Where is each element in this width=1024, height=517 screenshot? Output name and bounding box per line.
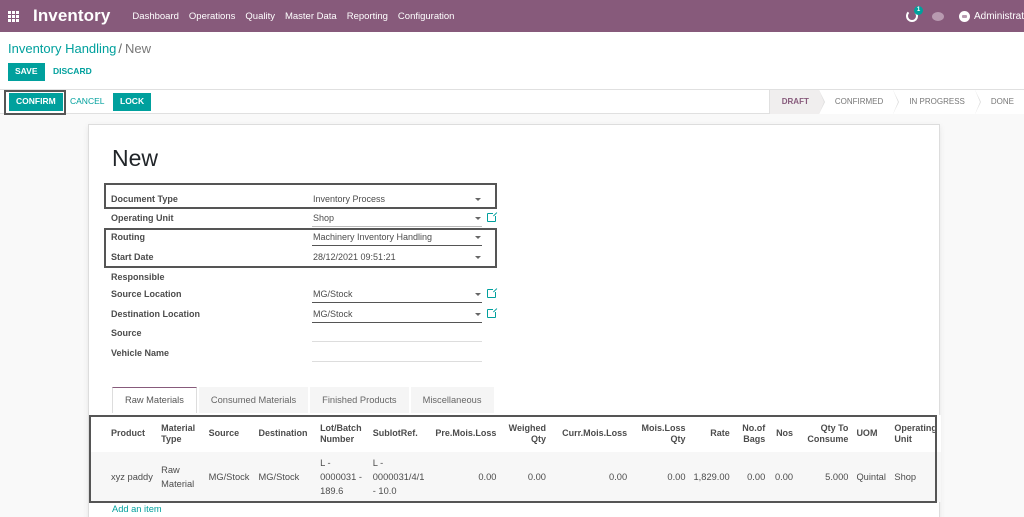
source-label: Source (111, 328, 142, 338)
chevron-down-icon[interactable] (475, 313, 481, 316)
field-destination-location: Destination Location MG/Stock (111, 306, 498, 326)
lock-button[interactable]: LOCK (113, 93, 152, 111)
notebook-tabs: Raw Materials Consumed Materials Finishe… (112, 387, 496, 413)
vehicle-name-input[interactable] (312, 346, 482, 362)
add-item-link[interactable]: Add an item (112, 504, 162, 514)
stage-confirmed[interactable]: CONFIRMED (818, 90, 900, 114)
tab-miscellaneous[interactable]: Miscellaneous (410, 387, 494, 413)
responsible-label: Responsible (111, 272, 165, 282)
highlight-box-document-type (104, 183, 497, 209)
menu-master-data[interactable]: Master Data (285, 11, 337, 22)
breadcrumb-current: New (125, 41, 152, 56)
control-panel: Inventory Handling / New SAVE DISCARD (0, 32, 1024, 90)
stage-in-progress[interactable]: IN PROGRESS (893, 90, 981, 114)
operating-unit-label: Operating Unit (111, 213, 174, 223)
stage-done[interactable]: DONE (974, 90, 1024, 114)
chevron-down-icon[interactable] (475, 217, 481, 220)
external-link-icon[interactable] (487, 287, 498, 298)
stage-pipeline: DRAFT CONFIRMED IN PROGRESS DONE (768, 90, 1024, 114)
vehicle-name-label: Vehicle Name (111, 348, 170, 358)
field-source-location: Source Location MG/Stock (111, 286, 498, 306)
apps-grid-icon[interactable] (8, 10, 21, 22)
highlight-box-table (89, 415, 937, 503)
breadcrumb-parent-link[interactable]: Inventory Handling (8, 41, 116, 56)
field-source: Source (111, 325, 486, 345)
source-location-select[interactable]: MG/Stock (312, 287, 482, 303)
form-sheet: New Document Type Inventory Process Oper… (88, 124, 941, 517)
operating-unit-select[interactable]: Shop (312, 211, 482, 227)
tab-consumed-materials[interactable]: Consumed Materials (198, 387, 309, 413)
document-title: New (112, 145, 159, 171)
breadcrumb: Inventory Handling / New (8, 41, 151, 56)
menu-operations[interactable]: Operations (189, 11, 235, 22)
menu-dashboard[interactable]: Dashboard (132, 11, 178, 22)
status-bar: CONFIRM CANCEL LOCK DRAFT CONFIRMED IN P… (0, 90, 1024, 115)
breadcrumb-separator: / (118, 41, 123, 56)
field-vehicle-name: Vehicle Name (111, 345, 486, 365)
menu-quality[interactable]: Quality (245, 11, 275, 22)
operating-unit-value: Shop (313, 213, 335, 223)
chat-icon[interactable] (931, 11, 944, 21)
destination-location-value: MG/Stock (313, 309, 353, 319)
menu-reporting[interactable]: Reporting (347, 11, 388, 22)
external-link-icon[interactable] (487, 307, 498, 318)
confirm-button[interactable]: CONFIRM (9, 93, 63, 111)
top-navbar: Inventory Dashboard Operations Quality M… (0, 0, 1024, 32)
external-link-icon[interactable] (487, 211, 498, 222)
activity-clock-icon[interactable]: 1 (905, 6, 923, 22)
menu-configuration[interactable]: Configuration (398, 11, 455, 22)
tab-finished-products[interactable]: Finished Products (310, 387, 409, 413)
app-name: Inventory (33, 6, 111, 25)
source-location-value: MG/Stock (313, 289, 353, 299)
highlight-box-routing-date (104, 228, 497, 268)
destination-location-select[interactable]: MG/Stock (312, 307, 482, 323)
field-operating-unit: Operating Unit Shop (111, 210, 498, 230)
user-avatar[interactable] (958, 10, 970, 22)
user-menu[interactable]: Administrat (974, 11, 1024, 22)
destination-location-label: Destination Location (111, 309, 201, 319)
tab-raw-materials[interactable]: Raw Materials (112, 387, 197, 413)
save-button[interactable]: SAVE (8, 63, 45, 81)
activity-count-badge: 1 (913, 6, 923, 15)
source-location-label: Source Location (111, 289, 182, 299)
discard-button[interactable]: DISCARD (46, 63, 99, 81)
stage-draft[interactable]: DRAFT (768, 90, 825, 114)
source-input[interactable] (312, 326, 482, 342)
cancel-button[interactable]: CANCEL (63, 93, 111, 111)
chevron-down-icon[interactable] (475, 293, 481, 296)
